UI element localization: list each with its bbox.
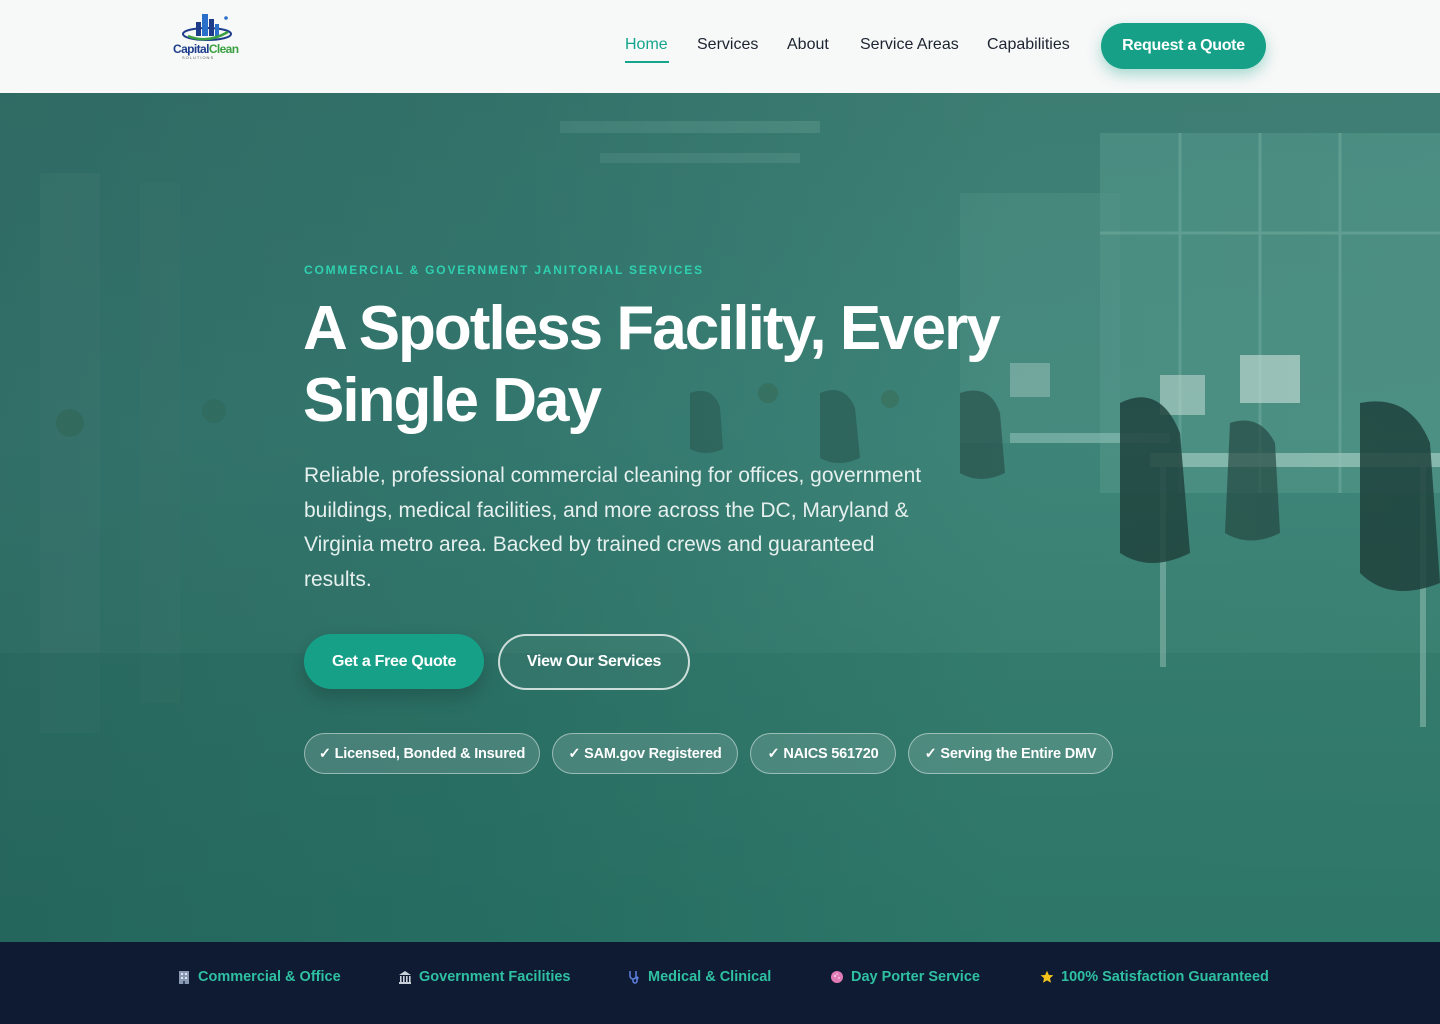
badge-serving-dmv: ✓ Serving the Entire DMV — [908, 733, 1113, 774]
office-building-icon — [176, 969, 192, 985]
strip-item-medical: Medical & Clinical — [626, 967, 771, 987]
logo[interactable]: CapitalClean SOLUTIONS — [172, 10, 244, 62]
hero-headline-line-1: A Spotless Facility, Every — [303, 294, 1001, 363]
badge-licensed: ✓ Licensed, Bonded & Insured — [304, 733, 540, 774]
logo-skyline-icon — [182, 14, 232, 41]
badge-sam-registered: ✓ SAM.gov Registered — [552, 733, 738, 774]
badge-naics: ✓ NAICS 561720 — [750, 733, 896, 774]
hero-eyebrow: COMMERCIAL & GOVERNMENT JANITORIAL SERVI… — [304, 263, 704, 277]
strip-item-day-porter: Day Porter Service — [829, 967, 980, 987]
strip-item-commercial: Commercial & Office — [176, 967, 341, 987]
nav-active-indicator — [625, 61, 669, 63]
request-quote-button[interactable]: Request a Quote — [1101, 23, 1266, 69]
strip-item-government: Government Facilities — [397, 967, 571, 987]
view-services-button[interactable]: View Our Services — [498, 634, 690, 690]
cleaning-sponge-icon — [829, 969, 845, 985]
site-header: CapitalClean SOLUTIONS Home Services Abo… — [0, 0, 1440, 93]
star-icon — [1039, 969, 1055, 985]
services-strip: Commercial & Office Government Facilitie… — [0, 942, 1440, 1024]
get-free-quote-button[interactable]: Get a Free Quote — [304, 634, 484, 689]
hero-headline: A Spotless Facility, Every Single Day — [303, 293, 1083, 437]
nav-about[interactable]: About — [787, 36, 829, 54]
stethoscope-icon — [626, 969, 642, 985]
logo-wordmark: CapitalClean — [173, 42, 239, 56]
strip-label: Day Porter Service — [851, 969, 980, 985]
government-building-icon — [397, 969, 413, 985]
strip-label: Government Facilities — [419, 969, 571, 985]
strip-label: Commercial & Office — [198, 969, 341, 985]
strip-label: Medical & Clinical — [648, 969, 772, 985]
nav-service-areas[interactable]: Service Areas — [860, 36, 959, 54]
hero-subhead: Reliable, professional commercial cleani… — [304, 464, 922, 591]
strip-item-satisfaction: 100% Satisfaction Guaranteed — [1039, 967, 1269, 987]
logo-subtitle: SOLUTIONS — [182, 55, 215, 60]
nav-services[interactable]: Services — [697, 36, 758, 54]
nav-capabilities[interactable]: Capabilities — [987, 36, 1070, 54]
nav-home[interactable]: Home — [625, 36, 668, 54]
hero-headline-line-2: Single Day — [303, 366, 602, 435]
hero-section: COMMERCIAL & GOVERNMENT JANITORIAL SERVI… — [0, 93, 1440, 942]
strip-label: 100% Satisfaction Guaranteed — [1061, 969, 1269, 985]
